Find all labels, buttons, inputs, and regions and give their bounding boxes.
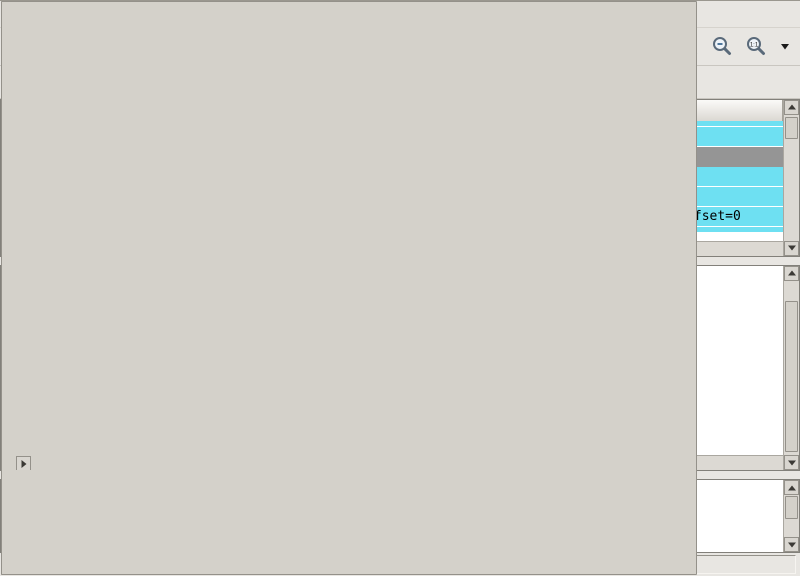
scroll-track[interactable] xyxy=(784,281,799,456)
scroll-right-arrow[interactable] xyxy=(16,456,31,470)
svg-text:1:1: 1:1 xyxy=(750,43,759,49)
scroll-up-arrow[interactable] xyxy=(784,266,799,281)
scroll-track[interactable] xyxy=(784,495,799,537)
scroll-thumb[interactable] xyxy=(785,301,798,451)
scroll-down-arrow[interactable] xyxy=(784,537,799,552)
zoom-100-button[interactable]: 1:1 xyxy=(741,31,771,61)
zoom-out-icon xyxy=(710,34,734,58)
scroll-thumb[interactable] xyxy=(785,117,798,139)
scroll-thumb[interactable] xyxy=(785,496,798,519)
packet-list-vscrollbar[interactable] xyxy=(783,100,799,256)
scroll-track[interactable] xyxy=(784,115,799,241)
scroll-down-arrow[interactable] xyxy=(784,241,799,256)
zoom-100-icon: 1:1 xyxy=(744,34,768,58)
scroll-thumb[interactable] xyxy=(1,266,697,471)
zoom-out-button[interactable] xyxy=(707,31,737,61)
scroll-down-arrow[interactable] xyxy=(784,455,799,470)
packet-details-pane: ▷Internet Protocol, Src: 127.0.0.1 (127.… xyxy=(0,265,800,472)
scroll-up-arrow[interactable] xyxy=(784,100,799,115)
hex-vscrollbar[interactable] xyxy=(783,480,799,552)
scroll-up-arrow[interactable] xyxy=(784,480,799,495)
toolbar-overflow-icon xyxy=(778,39,792,53)
packet-details-body: ▷Internet Protocol, Src: 127.0.0.1 (127.… xyxy=(1,266,783,471)
toolbar-overflow-button[interactable] xyxy=(775,31,795,61)
wireshark-window: FileEditViewGoCaptureAnalyzeStatisticsTe… xyxy=(0,0,800,576)
details-hscrollbar[interactable] xyxy=(1,455,783,470)
details-vscrollbar[interactable] xyxy=(783,266,799,471)
